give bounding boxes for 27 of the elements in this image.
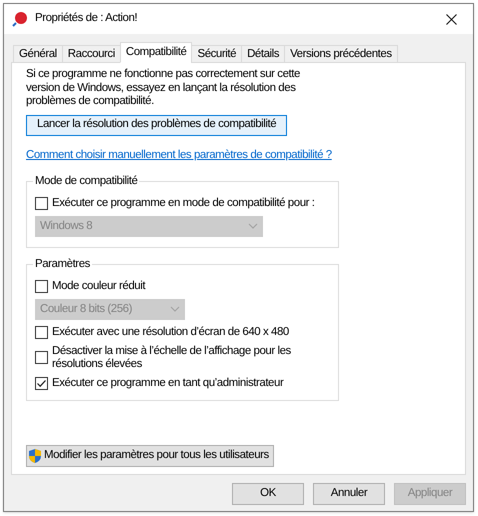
window-title: Propriétés de : Action! <box>35 11 138 26</box>
dialog-button[interactable]: OK <box>232 483 304 505</box>
group-title: Mode de compatibilité <box>33 174 140 188</box>
checkbox-label: Exécuter ce programme en mode de compatibilité pour : <box>52 196 315 210</box>
checkbox[interactable] <box>35 376 48 390</box>
help-link[interactable]: Comment choisir manuellement les paramètres de compatibilité ? <box>26 146 451 164</box>
checkbox-label: Désactiver la mise à l’échelle de l’affichage pour les résolutions élevées <box>52 344 292 371</box>
shield-icon <box>27 448 43 464</box>
tab[interactable]: Versions précédentes <box>284 45 398 63</box>
checkbox[interactable] <box>35 326 48 339</box>
change-settings-all-users-button[interactable]: Modifier les paramètres pour tous les utilisateurs <box>26 444 274 467</box>
tab[interactable]: Compatibilité <box>120 42 192 63</box>
dialog-button[interactable]: Annuler <box>313 483 385 505</box>
close-icon <box>446 14 456 24</box>
intro-text: Si ce programme ne fonctionne pas correctement sur cette version de Windows, essayez en lançant la résolution des problèmes de compatibilité. <box>26 68 301 108</box>
troubleshoot-button[interactable]: Lancer la résolution des problèmes de compatibilité <box>26 114 288 136</box>
checkbox-label: Mode couleur réduit <box>52 280 146 293</box>
checkbox[interactable] <box>35 351 48 364</box>
app-icon <box>12 11 28 27</box>
checkbox[interactable] <box>35 280 48 293</box>
checkbox-label: Exécuter avec une résolution d’écran de 640 x 480 <box>52 326 289 339</box>
tab[interactable]: Sécurité <box>191 45 242 63</box>
chevron-down-icon <box>170 306 180 312</box>
tab[interactable]: Général <box>13 45 63 63</box>
chevron-down-icon <box>248 223 258 230</box>
checkbox-label: Exécuter ce programme en tant qu’administrateur <box>52 376 284 390</box>
checkbox[interactable] <box>35 196 48 210</box>
